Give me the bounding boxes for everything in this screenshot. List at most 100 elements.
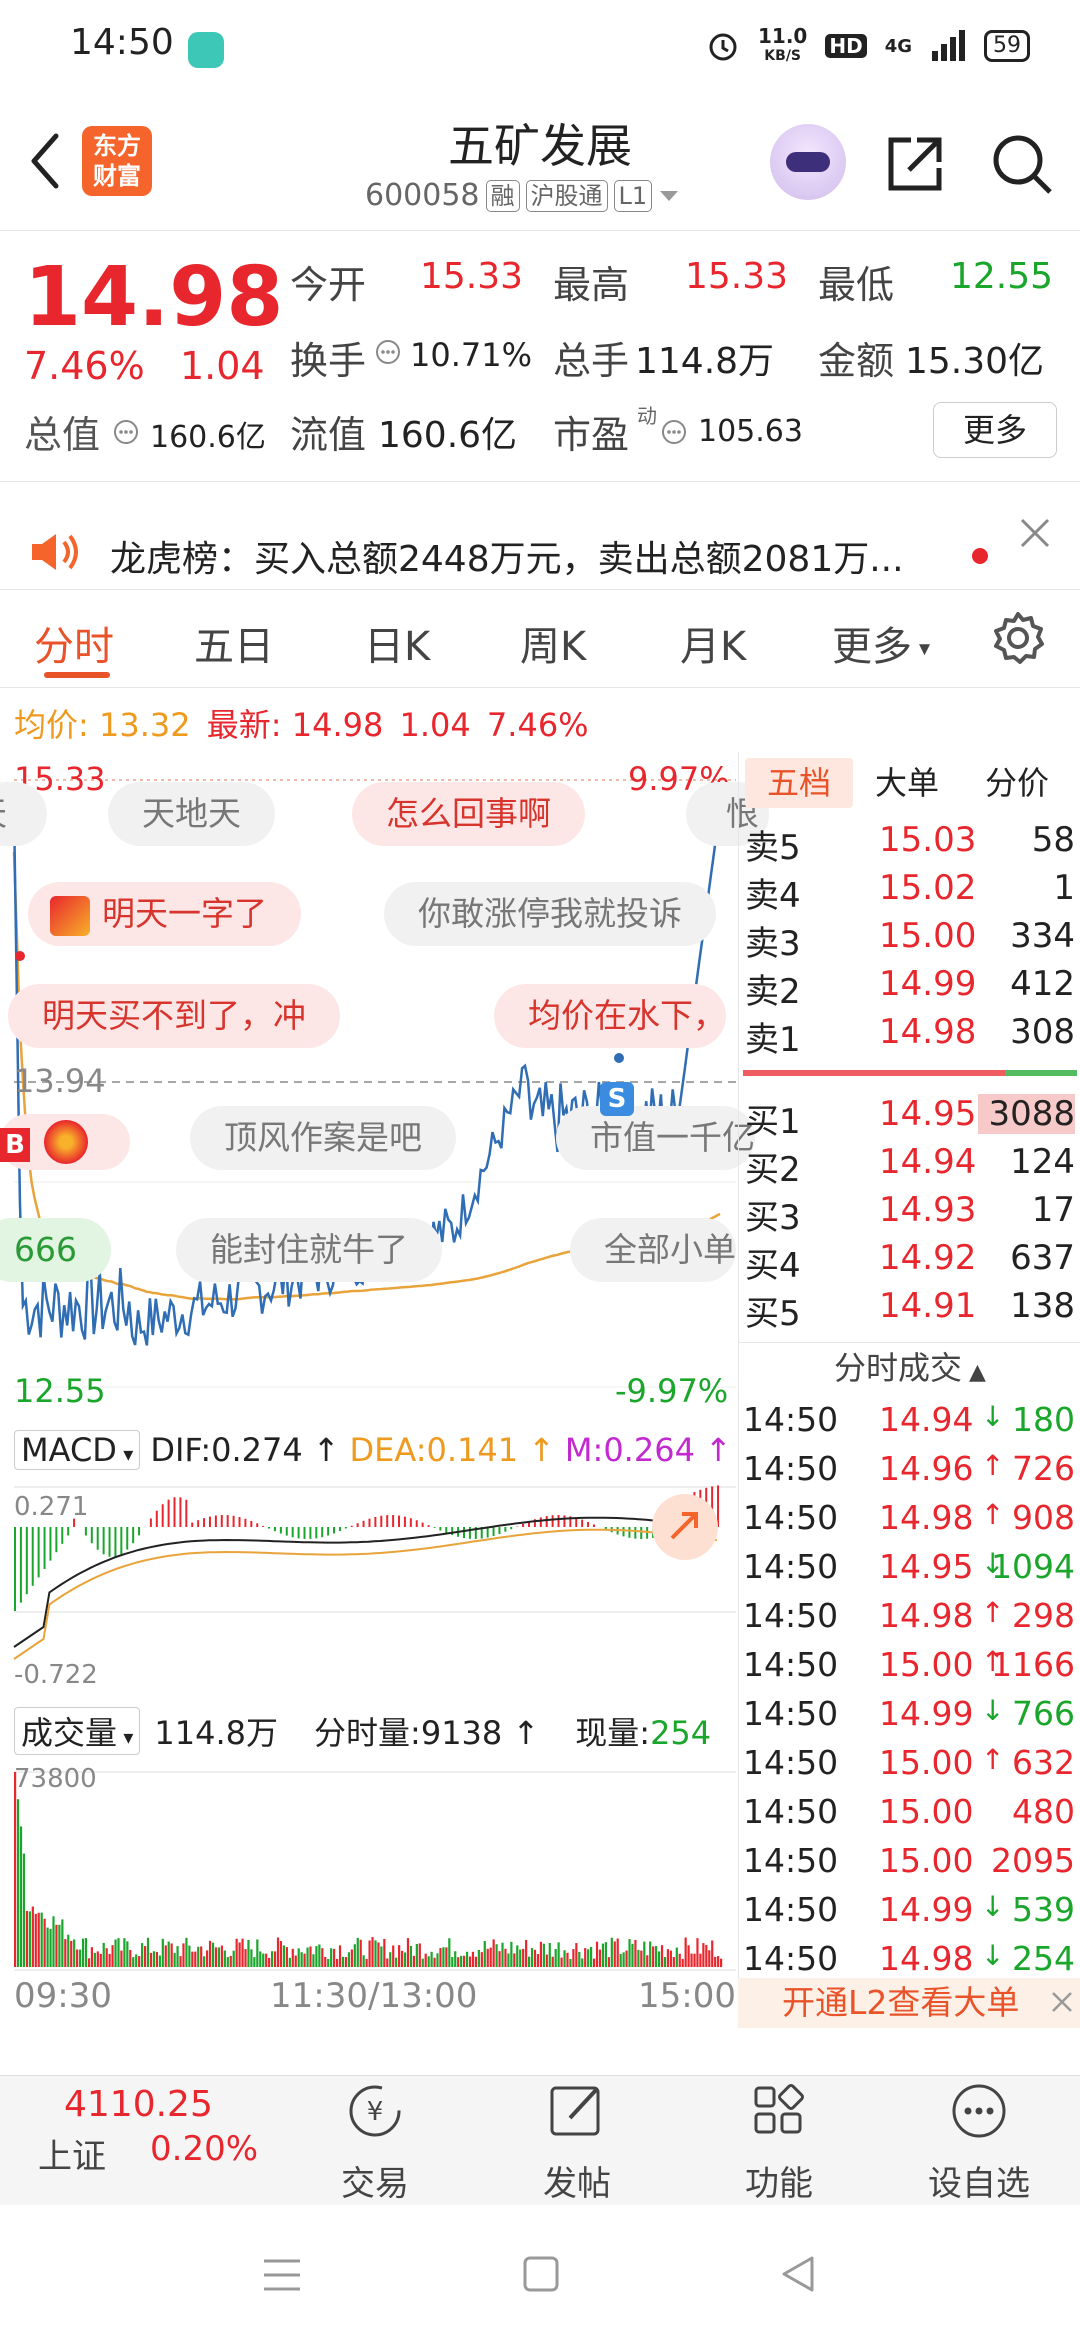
comment-bubble[interactable]: 能封住就牛了 <box>176 1218 442 1282</box>
trade-row: 14:50 15.00 2095 <box>739 1841 1080 1890</box>
home-icon[interactable] <box>522 2255 560 2293</box>
bid-level-row[interactable]: 买2 14.94 124 <box>739 1142 1080 1190</box>
menu-icon[interactable] <box>262 2257 302 2293</box>
tab-weekly-k[interactable]: 周K <box>520 614 586 672</box>
status-bar: 14:50 11.0 KB/S HD 4G 59 <box>0 0 1080 96</box>
ask-level-row[interactable]: 卖5 15.03 58 <box>739 820 1080 868</box>
functions-button[interactable]: 功能 <box>704 2080 854 2205</box>
ask-level-row[interactable]: 卖4 15.02 1 <box>739 868 1080 916</box>
volume-bar <box>483 1941 486 1967</box>
volume-bar <box>631 1943 634 1967</box>
assistant-avatar[interactable] <box>770 124 846 200</box>
info-icon[interactable] <box>112 418 140 446</box>
macd-selector[interactable]: MACD ▾ <box>14 1430 141 1470</box>
bid-level-row[interactable]: 买4 14.92 637 <box>739 1238 1080 1286</box>
volume-bar <box>282 1945 286 1967</box>
brand-logo[interactable]: 东方财富 <box>82 126 152 196</box>
open-value: 15.33 <box>420 256 524 297</box>
trade-button[interactable]: ¥ 交易 <box>300 2080 450 2205</box>
macd-bar <box>551 1515 554 1527</box>
volume-bar <box>699 1953 702 1967</box>
macd-bar <box>120 1527 123 1555</box>
add-watchlist-button[interactable]: 设自选 <box>904 2080 1054 2205</box>
trades-header[interactable]: 分时成交 ▲ <box>739 1342 1080 1392</box>
more-quote-button[interactable]: 更多 <box>933 402 1057 458</box>
volume-bar <box>188 1945 191 1967</box>
notice-bar[interactable]: 龙虎榜：买入总额2448万元，卖出总额2081万... <box>0 490 1080 590</box>
comment-bubble[interactable]: 明天买不到了，冲 <box>8 984 340 1048</box>
expand-icon[interactable] <box>652 1494 718 1560</box>
volume-bar <box>297 1948 300 1967</box>
chart-tabs: 分时 五日 日K 周K 月K 更多 ▾ <box>0 592 1080 688</box>
comment-bubble[interactable]: 市值一千亿 <box>556 1106 755 1170</box>
hd-icon: HD <box>825 34 867 58</box>
settings-gear-icon[interactable] <box>990 610 1046 666</box>
volume-bar <box>214 1947 218 1967</box>
volume-bar <box>403 1952 407 1967</box>
comment-bubble[interactable]: 你敢涨停我就投诉 <box>384 882 716 946</box>
tab-large-orders[interactable]: 大单 <box>875 758 939 808</box>
volume-bar <box>590 1946 593 1967</box>
tab-active-indicator <box>44 672 110 678</box>
level-price: 14.91 <box>879 1286 977 1326</box>
index-ticker[interactable]: 4110.25 上证 0.20% <box>20 2084 280 2178</box>
comment-bubble[interactable]: 全部小单 <box>570 1218 736 1282</box>
comment-bubble[interactable]: 怎么回事啊 <box>352 782 585 846</box>
tab-five-levels[interactable]: 五档 <box>745 758 853 808</box>
avg-value: 13.32 <box>98 706 191 744</box>
trade-time: 14:50 <box>743 1890 839 1929</box>
intraday-chart-area[interactable]: 15.33 9.97% 13.94 12.55 -9.97% 天 天地天 怎么回… <box>0 752 769 2027</box>
trade-price: 15.00 <box>879 1645 974 1684</box>
volume-bar <box>436 1953 439 1967</box>
caret-down-icon[interactable] <box>658 188 680 204</box>
back-arrow-icon[interactable] <box>20 126 70 196</box>
volume-bar <box>492 1939 495 1967</box>
search-icon[interactable] <box>990 132 1054 196</box>
macd-bar <box>114 1527 117 1557</box>
info-icon[interactable] <box>374 338 402 366</box>
bid-level-row[interactable]: 买3 14.93 17 <box>739 1190 1080 1238</box>
volume-bar <box>696 1938 699 1967</box>
macd-bar <box>220 1515 223 1527</box>
l2-upgrade-banner[interactable]: 开通L2查看大单 <box>738 1978 1080 2028</box>
volume-value: 114.8万 <box>635 341 775 382</box>
bid-level-row[interactable]: 买1 14.95 3088 <box>739 1094 1080 1142</box>
tab-five-day[interactable]: 五日 <box>194 614 274 672</box>
comment-bubble[interactable]: 均价在水下， <box>494 984 726 1048</box>
tab-more[interactable]: 更多 ▾ <box>832 614 930 672</box>
tab-monthly-k[interactable]: 月K <box>680 614 746 672</box>
order-book-panel: 五档 大单 分价 卖5 15.03 58 卖4 15.02 1 卖3 15.00 334 卖2 14… <box>738 752 1080 2027</box>
comment-bubble[interactable]: 明天一字了 <box>28 882 301 946</box>
macd-top-label: 0.271 <box>14 1492 89 1522</box>
buy-marker-bubble[interactable]: B <box>0 1114 130 1170</box>
comment-bubble[interactable]: 666 <box>0 1218 111 1282</box>
volume-bar <box>720 1958 723 1967</box>
back-icon[interactable] <box>780 2255 816 2293</box>
macd-bar <box>161 1504 164 1527</box>
trades-list: 14:50 14.94 ↓ 180 14:50 14.96 ↑ 726 14:50 14.98 ↑ 9… <box>739 1400 1080 1990</box>
info-icon[interactable] <box>660 418 688 446</box>
sell-marker[interactable]: S <box>600 1082 634 1116</box>
macd-bar <box>392 1515 395 1527</box>
ask-level-row[interactable]: 卖2 14.99 412 <box>739 964 1080 1012</box>
close-icon[interactable] <box>1018 516 1052 550</box>
comment-bubble[interactable]: 顶风作案是吧 <box>190 1106 456 1170</box>
volume-bar <box>158 1955 161 1967</box>
volume-bar <box>31 1906 34 1967</box>
close-icon[interactable] <box>1050 1990 1074 2014</box>
share-icon[interactable] <box>883 132 947 196</box>
macd-bar <box>132 1527 135 1544</box>
tab-intraday[interactable]: 分时 <box>34 614 114 672</box>
comment-bubble[interactable]: 天地天 <box>108 782 275 846</box>
bid-level-row[interactable]: 买5 14.91 138 <box>739 1286 1080 1334</box>
ask-level-row[interactable]: 卖1 14.98 308 <box>739 1012 1080 1060</box>
ask-level-row[interactable]: 卖3 15.00 334 <box>739 916 1080 964</box>
tab-daily-k[interactable]: 日K <box>364 614 430 672</box>
volume-bar <box>563 1950 566 1967</box>
volume-selector[interactable]: 成交量 ▾ <box>14 1707 141 1755</box>
volume-bar <box>321 1948 324 1967</box>
caret-down-icon: ▾ <box>116 1442 134 1466</box>
post-button[interactable]: 发帖 <box>502 2080 652 2205</box>
tab-price-distribution[interactable]: 分价 <box>985 758 1049 808</box>
macd-bar <box>409 1518 412 1527</box>
